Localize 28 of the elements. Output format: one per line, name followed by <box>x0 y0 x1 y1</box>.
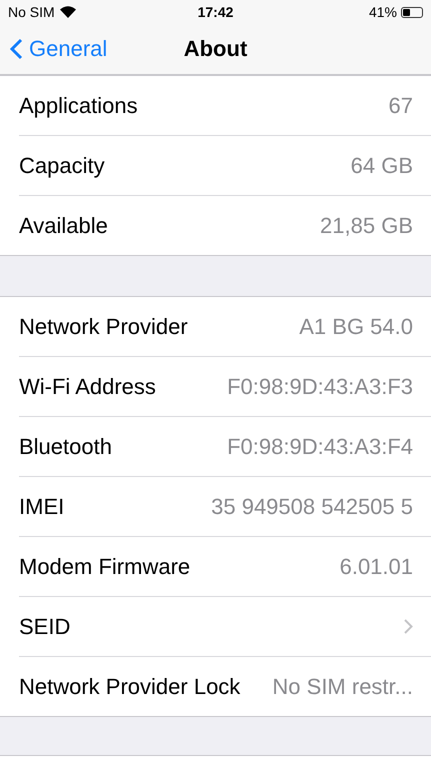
row-label: Network Provider Lock <box>19 674 240 700</box>
row-label: IMEI <box>19 494 64 520</box>
row-value: F0:98:9D:43:A3:F4 <box>227 434 413 460</box>
battery-percent: 41% <box>368 4 397 20</box>
row-value: 67 <box>388 92 413 118</box>
row-label: Bluetooth <box>19 434 112 460</box>
back-button[interactable]: General <box>0 35 114 63</box>
page-title: About <box>184 36 248 62</box>
battery-icon <box>401 6 423 18</box>
row-value: No SIM restr... <box>272 674 413 700</box>
row-value: 64 GB <box>350 152 413 178</box>
carrier-label: No SIM <box>8 4 55 20</box>
row-value: A1 BG 54.0 <box>299 314 413 340</box>
row-value: F0:98:9D:43:A3:F3 <box>227 374 413 400</box>
row-value: 21,85 GB <box>320 212 413 238</box>
row-label: Available <box>19 212 108 238</box>
row-value: 6.01.01 <box>340 554 413 580</box>
row-label: Network Provider <box>19 314 188 340</box>
wifi-icon <box>60 6 76 18</box>
chevron-icon <box>404 619 413 634</box>
row-label: Wi-Fi Address <box>19 374 156 400</box>
row-label: Capacity <box>19 152 105 178</box>
row-value: 35 949508 542505 5 <box>211 494 413 520</box>
row-label: SEID <box>19 614 70 640</box>
back-chevron-icon <box>10 38 23 60</box>
status-time: 17:42 <box>198 4 234 20</box>
row-label: Applications <box>19 92 138 118</box>
row-label: Modem Firmware <box>19 554 190 580</box>
